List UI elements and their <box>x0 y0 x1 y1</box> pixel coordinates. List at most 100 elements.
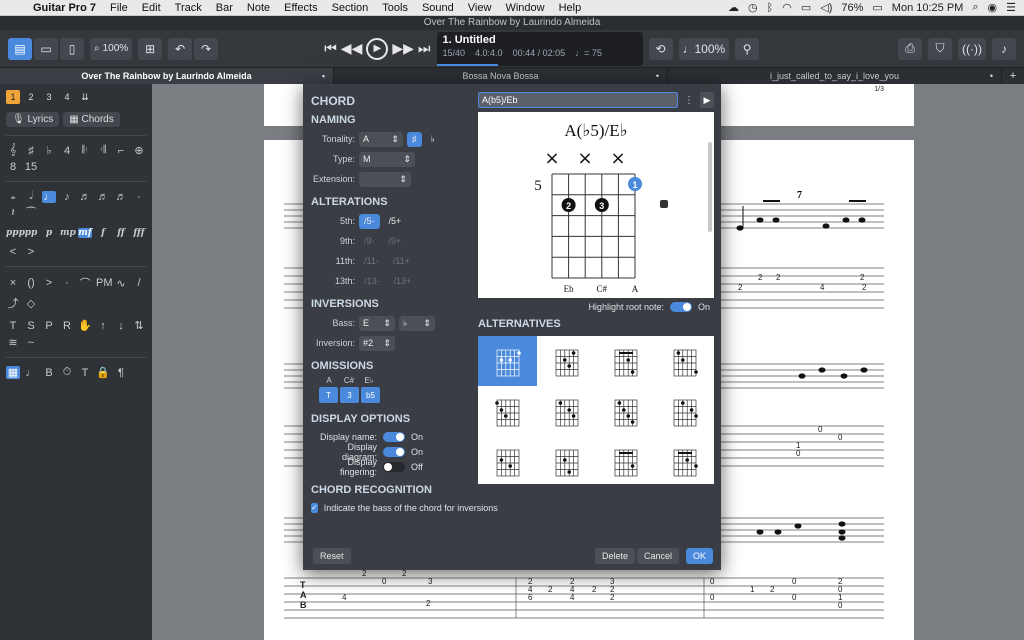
tab-i-just-called[interactable]: i_just_called_to_say_i_love_you • <box>668 68 1002 84</box>
alteration-11th-plus[interactable]: /11+ <box>388 254 415 269</box>
hand-icon[interactable]: ✋ <box>78 319 92 332</box>
bass-accidental-select[interactable]: ♭ ⇕ <box>399 315 435 331</box>
alternative-6[interactable] <box>537 386 596 436</box>
voice-2-button[interactable]: 2 <box>24 90 38 104</box>
shield-icon[interactable]: ⛉ <box>928 37 953 60</box>
crescendo-icon[interactable]: < <box>6 246 20 258</box>
key-signature-icon[interactable]: ♯ <box>24 145 38 157</box>
volume-icon[interactable]: ◁) <box>820 1 832 14</box>
dynamic-fff[interactable]: fff <box>132 228 146 238</box>
alternate-ending-icon[interactable]: ⌐ <box>114 145 128 157</box>
alternative-4[interactable] <box>655 336 714 386</box>
alternative-5[interactable] <box>478 386 537 436</box>
alteration-5th-minus[interactable]: /5- <box>359 213 380 229</box>
arpeggio-up-icon[interactable]: ↑ <box>96 320 110 332</box>
lcd-display[interactable]: 1. Untitled 15/40 4.0:4.0 00:44 / 02:05 … <box>436 31 643 66</box>
diagram-scrollbar[interactable] <box>708 142 712 232</box>
alternative-7[interactable] <box>596 386 655 436</box>
time-signature-icon[interactable]: 4 <box>60 145 74 157</box>
bluetooth-icon[interactable]: ᛒ <box>767 2 774 14</box>
layout-icon[interactable]: ⊞ <box>138 37 163 60</box>
display-diagram-toggle[interactable] <box>383 446 405 457</box>
eighth-note-icon[interactable]: ♪ <box>60 191 74 203</box>
text-icon[interactable]: ♩ <box>24 367 38 379</box>
dynamic-f[interactable]: f <box>96 228 110 238</box>
key-flat-icon[interactable]: ♭ <box>42 144 56 157</box>
harmonic-icon[interactable]: ◇ <box>24 297 38 310</box>
bend-icon[interactable]: ⤴ <box>6 295 20 311</box>
tap-icon[interactable]: T <box>6 320 20 332</box>
menu-window[interactable]: Window <box>498 2 551 14</box>
alteration-13th-minus[interactable]: /13- <box>359 274 385 289</box>
view-panel-icon[interactable]: ▤ <box>8 37 32 60</box>
rewind-icon[interactable]: ◀◀ <box>341 40 363 57</box>
alteration-5th-plus[interactable]: /5+ <box>384 214 407 229</box>
delete-button[interactable]: Delete <box>595 548 636 564</box>
tonality-select[interactable]: A ⇕ <box>359 131 403 147</box>
dynamic-ff[interactable]: ff <box>114 228 128 238</box>
menu-sound[interactable]: Sound <box>415 2 461 14</box>
menu-track[interactable]: Track <box>168 2 209 14</box>
wifi-icon[interactable]: ◠ <box>782 1 792 14</box>
stroke-icon[interactable]: ⇅ <box>132 319 146 332</box>
voice-3-button[interactable]: 3 <box>42 90 56 104</box>
dynamic-ppp[interactable]: ppp <box>6 228 25 238</box>
print-icon[interactable]: ⎙ <box>898 37 923 60</box>
quindicesima-icon[interactable]: 15 <box>24 161 38 173</box>
omit-tonic-button[interactable]: T <box>319 387 338 403</box>
half-note-icon[interactable]: 𝅗𝅥 <box>24 190 38 203</box>
dotted-note-icon[interactable]: · <box>132 191 146 203</box>
bass-select[interactable]: E ⇕ <box>359 315 395 331</box>
alternative-1[interactable] <box>478 336 537 386</box>
play-chord-icon[interactable]: ▶ <box>700 92 714 108</box>
tab-bossa[interactable]: Bossa Nova Bossa • <box>334 68 668 84</box>
guitar-icon[interactable]: ♪ <box>992 37 1016 60</box>
forward-icon[interactable]: ▶▶ <box>392 40 414 57</box>
menu-view[interactable]: View <box>461 2 499 14</box>
coda-icon[interactable]: ⊕ <box>132 144 146 157</box>
reset-button[interactable]: Reset <box>313 548 351 564</box>
menu-app-name[interactable]: Guitar Pro 7 <box>26 2 103 14</box>
tie-icon[interactable]: ⁀ <box>24 207 38 220</box>
whole-note-icon[interactable]: 𝅝 <box>6 190 20 203</box>
bar-voice-icon[interactable]: B <box>42 367 56 379</box>
go-start-icon[interactable]: ⏮ <box>324 40 337 57</box>
pop-icon[interactable]: P <box>42 320 56 332</box>
battery-icon[interactable]: ▭ <box>872 1 882 14</box>
clock[interactable]: Mon 10:25 PM <box>892 2 964 14</box>
dynamic-mf[interactable]: mf <box>78 228 92 238</box>
text-box-icon[interactable]: T <box>78 367 92 379</box>
loop-icon[interactable]: ⟲ <box>648 37 673 60</box>
repeat-open-icon[interactable]: 𝄆 <box>78 144 92 157</box>
dead-note-icon[interactable]: × <box>6 277 20 289</box>
flat-button[interactable]: ♭ <box>426 132 440 147</box>
palm-mute-icon[interactable]: PM <box>96 277 113 289</box>
play-icon[interactable]: ▶ <box>366 37 389 60</box>
zoom-control[interactable]: ⌕ 100% <box>90 37 133 60</box>
chords-button[interactable]: ▦ Chords <box>63 112 120 127</box>
more-options-icon[interactable]: ⋮ <box>684 95 694 106</box>
clock-history-icon[interactable]: ◷ <box>748 1 758 14</box>
voice-1-button[interactable]: 1 <box>6 90 20 104</box>
tab-over-the-rainbow[interactable]: Over The Rainbow by Laurindo Almeida • <box>0 68 334 84</box>
paragraph-icon[interactable]: ¶ <box>114 367 128 379</box>
alternative-10[interactable] <box>537 436 596 486</box>
go-end-icon[interactable]: ⏭ <box>418 40 431 57</box>
extension-select[interactable]: ⇕ <box>359 171 411 187</box>
menu-tools[interactable]: Tools <box>375 2 415 14</box>
view-sidebar-icon[interactable]: ▯ <box>60 37 84 60</box>
tremolo-icon[interactable]: ≋ <box>6 336 20 349</box>
ok-button[interactable]: OK <box>686 548 714 564</box>
display-fingering-toggle[interactable] <box>383 461 405 472</box>
add-tab-icon[interactable]: + <box>1002 68 1024 84</box>
dynamic-pp[interactable]: pp <box>24 228 38 238</box>
spotlight-icon[interactable]: ⌕ <box>972 1 978 14</box>
ottava-icon[interactable]: 8 <box>6 161 20 173</box>
menu-edit[interactable]: Edit <box>135 2 168 14</box>
cloud-icon[interactable]: ☁ <box>728 1 739 14</box>
view-page-icon[interactable]: ▭ <box>34 37 58 60</box>
slide-icon[interactable]: / <box>132 277 146 289</box>
chord-diagram-icon[interactable]: ▦ <box>6 366 20 379</box>
highlight-root-toggle[interactable] <box>669 302 692 312</box>
let-ring-icon[interactable]: ⌒ <box>78 275 92 291</box>
